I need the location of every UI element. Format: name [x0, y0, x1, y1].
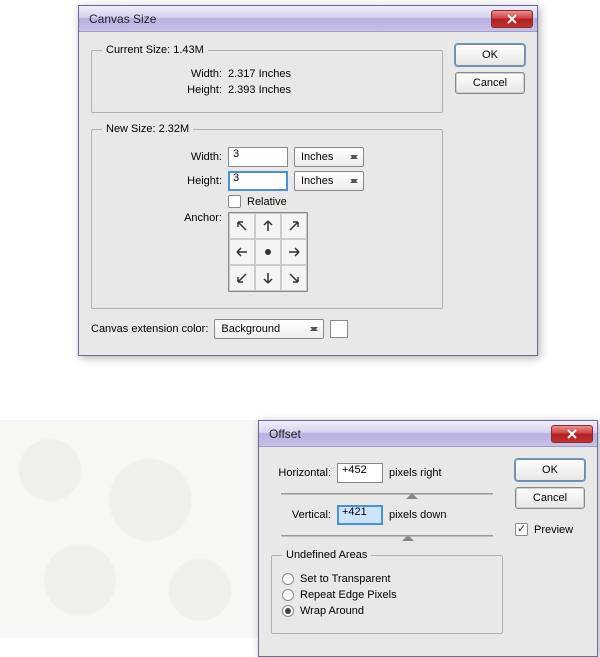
anchor-w[interactable]	[229, 239, 255, 265]
slider-thumb-icon[interactable]	[402, 529, 414, 541]
anchor-label: Anchor:	[102, 212, 222, 224]
current-size-group: Current Size: 1.43M Width: 2.317 Inches …	[91, 44, 443, 113]
arrow-ne-icon	[286, 218, 302, 234]
close-button[interactable]	[491, 10, 533, 28]
preview-label: Preview	[534, 524, 573, 536]
current-height-value: 2.393 Inches	[228, 84, 318, 96]
current-size-legend: Current Size: 1.43M	[102, 44, 208, 56]
new-height-label: Height:	[102, 175, 222, 187]
canvas-size-dialog: Canvas Size Current Size: 1.43M Width: 2…	[78, 5, 538, 356]
arrow-nw-icon	[234, 218, 250, 234]
arrow-n-icon	[260, 218, 276, 234]
anchor-center[interactable]	[255, 239, 281, 265]
anchor-ne[interactable]	[281, 213, 307, 239]
current-width-value: 2.317 Inches	[228, 68, 318, 80]
current-height-label: Height:	[102, 84, 222, 96]
ok-button[interactable]: OK	[455, 44, 525, 66]
cancel-button[interactable]: Cancel	[455, 72, 525, 94]
relative-label: Relative	[247, 196, 287, 208]
anchor-grid[interactable]	[228, 212, 308, 292]
radio-wrap-around[interactable]	[282, 605, 294, 617]
anchor-nw[interactable]	[229, 213, 255, 239]
vertical-label: Vertical:	[271, 509, 331, 521]
preview-checkbox[interactable]	[515, 523, 528, 536]
anchor-n[interactable]	[255, 213, 281, 239]
titlebar[interactable]: Offset	[259, 421, 597, 447]
anchor-e[interactable]	[281, 239, 307, 265]
relative-checkbox[interactable]	[228, 195, 241, 208]
arrow-sw-icon	[234, 270, 250, 286]
titlebar[interactable]: Canvas Size	[79, 6, 537, 32]
slider-thumb-icon[interactable]	[406, 487, 418, 499]
current-width-label: Width:	[102, 68, 222, 80]
horizontal-input[interactable]: +452	[337, 463, 383, 483]
undefined-areas-legend: Undefined Areas	[282, 549, 371, 561]
offset-dialog: Offset Horizontal: +452 pixels right Ver…	[258, 420, 598, 657]
horizontal-slider[interactable]	[281, 487, 493, 501]
arrow-s-icon	[260, 270, 276, 286]
extension-color-select[interactable]: Background	[214, 319, 324, 339]
dialog-title: Canvas Size	[89, 12, 491, 26]
cancel-button[interactable]: Cancel	[515, 487, 585, 509]
new-width-unit-select[interactable]: Inches	[294, 147, 364, 167]
dot-icon	[260, 244, 276, 260]
arrow-e-icon	[286, 244, 302, 260]
new-size-legend: New Size: 2.32M	[102, 123, 193, 135]
new-height-input[interactable]: 3	[228, 171, 288, 191]
dialog-title: Offset	[269, 427, 551, 441]
radio-transparent-label: Set to Transparent	[300, 573, 391, 585]
anchor-sw[interactable]	[229, 265, 255, 291]
horizontal-label: Horizontal:	[271, 467, 331, 479]
radio-repeat-edge[interactable]	[282, 589, 294, 601]
arrow-w-icon	[234, 244, 250, 260]
radio-repeat-edge-label: Repeat Edge Pixels	[300, 589, 397, 601]
vertical-slider[interactable]	[281, 529, 493, 543]
ok-button[interactable]: OK	[515, 459, 585, 481]
anchor-s[interactable]	[255, 265, 281, 291]
undefined-areas-group: Undefined Areas Set to Transparent Repea…	[271, 549, 503, 634]
extension-color-label: Canvas extension color:	[91, 323, 208, 335]
new-width-label: Width:	[102, 151, 222, 163]
vertical-input[interactable]: +421	[337, 505, 383, 525]
new-size-group: New Size: 2.32M Width: 3 Inches Height: …	[91, 123, 443, 309]
anchor-se[interactable]	[281, 265, 307, 291]
extension-color-swatch[interactable]	[330, 320, 348, 338]
close-button[interactable]	[551, 425, 593, 443]
close-icon	[567, 429, 577, 439]
radio-wrap-around-label: Wrap Around	[300, 605, 364, 617]
close-icon	[507, 14, 517, 24]
new-height-unit-select[interactable]: Inches	[294, 171, 364, 191]
arrow-se-icon	[286, 270, 302, 286]
new-width-input[interactable]: 3	[228, 147, 288, 167]
background-texture	[0, 420, 260, 638]
vertical-unit: pixels down	[389, 509, 446, 521]
horizontal-unit: pixels right	[389, 467, 442, 479]
radio-transparent[interactable]	[282, 573, 294, 585]
